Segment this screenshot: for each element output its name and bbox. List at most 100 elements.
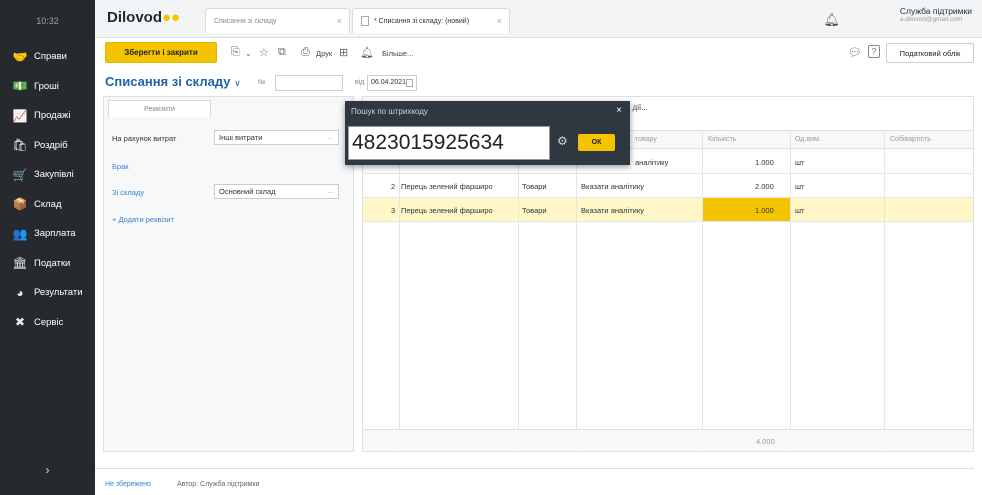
more-icon[interactable]: ... [328, 132, 334, 141]
number-label: № [258, 79, 266, 86]
chevron-right-icon[interactable]: › [0, 463, 95, 477]
more-button[interactable]: Більше... [382, 49, 413, 58]
expense-account-field[interactable]: Інші витрати... [214, 130, 339, 145]
quantity-cell-active[interactable] [702, 198, 790, 221]
quantity-cell[interactable]: 1.000 [755, 206, 774, 215]
logo[interactable]: Dilovod●● [107, 9, 180, 26]
author-label: Автор: Служба підтримки [177, 481, 260, 488]
sidebar-item-label: Гроші [34, 80, 59, 92]
sidebar-item-3[interactable]: 🛍 Роздріб [0, 131, 95, 161]
favorite-doc-icon[interactable]: ☆ [259, 46, 269, 59]
unit-cell[interactable]: шт [795, 158, 804, 167]
topbar: Dilovod●● Списання зі складу × * Списанн… [95, 0, 982, 38]
col-quantity[interactable]: Кількість [708, 136, 736, 143]
close-icon[interactable]: × [616, 105, 622, 116]
close-icon[interactable]: × [337, 16, 342, 26]
sidebar-item-1[interactable]: 💵 Гроші [0, 72, 95, 102]
total-quantity: 4.000 [756, 437, 775, 446]
bell-icon[interactable]: 🔔︎ [360, 46, 374, 59]
item-type-cell[interactable]: Товари [522, 206, 547, 215]
quantity-cell[interactable]: 2.000 [755, 182, 774, 191]
sidebar-item-label: Податки [34, 257, 71, 269]
chevron-down-icon[interactable]: ⌄ [245, 49, 252, 58]
table-row-selected[interactable]: 3 Перець зелений фарширо Товари Вказати … [363, 198, 973, 222]
tab-writeoff-list[interactable]: Списання зі складу × [205, 8, 350, 33]
gear-icon[interactable]: ⚙ [557, 134, 568, 148]
column-divider [576, 130, 577, 453]
sidebar-item-label: Роздріб [34, 139, 68, 151]
item-name-cell[interactable]: Перець зелений фарширо [401, 182, 493, 191]
sidebar-item-7[interactable]: 🏛 Податки [0, 249, 95, 279]
save-and-close-button[interactable]: Зберегти і закрити [105, 42, 217, 63]
sidebar-item-6[interactable]: 👥 Зарплата [0, 219, 95, 249]
tab-label: Списання зі складу [214, 17, 277, 25]
table-footer: 4.000 [363, 429, 973, 451]
sidebar-item-label: Результати [34, 287, 83, 299]
sidebar-item-label: Склад [34, 198, 62, 210]
from-warehouse-label[interactable]: Зі складу [112, 188, 144, 197]
sidebar: 10:32 🤝 Справи 💵 Гроші 📈 Продажі 🛍 Роздріб 🛒 Заку… [0, 0, 95, 495]
sidebar-item-4[interactable]: 🛒 Закупівлі [0, 160, 95, 190]
help-icon[interactable]: ? [868, 45, 880, 58]
col-unit[interactable]: Од.вим. [795, 136, 821, 143]
col-cost[interactable]: Собівартість [890, 136, 931, 143]
details-panel: Реквізити На рахунок витрат Інші витрати… [103, 96, 354, 452]
col-item[interactable]: товару [635, 136, 657, 143]
chevron-down-icon: ∨ [234, 78, 241, 88]
calendar-icon[interactable] [406, 79, 413, 87]
number-input[interactable] [275, 75, 343, 91]
print-label[interactable]: Друк [316, 49, 332, 58]
comment-icon[interactable]: 💬︎ [848, 46, 862, 59]
barcode-search-dialog: Пошук по штрихкоду × 4823015925634 ⚙ ОК [345, 101, 630, 165]
people-icon: 👥 [12, 226, 28, 241]
unit-cell[interactable]: шт [795, 182, 804, 191]
column-divider [399, 130, 400, 453]
footer: Не збережено Автор: Служба підтримки [95, 468, 974, 495]
expense-account-label: На рахунок витрат [112, 134, 177, 143]
date-input[interactable]: 06.04.2021 [367, 75, 417, 91]
sidebar-item-0[interactable]: 🤝 Справи [0, 42, 95, 72]
sidebar-item-9[interactable]: ✖ Сервіс [0, 308, 95, 338]
bell-icon[interactable]: 🔔︎ [823, 12, 840, 28]
actions-button[interactable]: дії... [633, 103, 648, 112]
analytics-link[interactable]: Вказати аналітику [581, 182, 644, 191]
sidebar-item-8[interactable]: ◕ Результати [0, 278, 95, 308]
barcode-input[interactable]: 4823015925634 [348, 126, 550, 160]
copy-doc-icon[interactable]: ⧉ [278, 46, 286, 59]
pie-icon: ◕ [16, 285, 24, 300]
user-info[interactable]: Служба підтримки a.dilovod@gmail.com [900, 6, 972, 23]
structure-icon[interactable]: ⊞ [339, 46, 348, 59]
more-icon[interactable]: ... [328, 186, 334, 195]
quantity-cell[interactable]: 1.000 [755, 158, 774, 167]
defect-link[interactable]: Брак [112, 162, 129, 171]
analytics-link[interactable]: аналітику [635, 158, 668, 167]
add-doc-icon[interactable]: ⎘ [231, 46, 240, 59]
date-value: 06.04.2021 [371, 79, 407, 86]
clock: 10:32 [36, 16, 59, 26]
ok-button[interactable]: ОК [578, 134, 615, 151]
item-type-cell[interactable]: Товари [522, 182, 547, 191]
add-attribute-link[interactable]: + Додати реквізит [112, 215, 174, 224]
document-header: Списання зі складу ∨ № від 06.04.2021 [95, 70, 982, 96]
table-row[interactable]: 2 Перець зелений фарширо Товари Вказати … [363, 174, 973, 198]
tab-details[interactable]: Реквізити [108, 100, 211, 117]
field-value: Інші витрати [219, 133, 263, 142]
save-status: Не збережено [105, 481, 151, 488]
field-value: Основний склад [219, 187, 276, 196]
page-title[interactable]: Списання зі складу ∨ [105, 74, 241, 89]
sidebar-item-2[interactable]: 📈 Продажі [0, 101, 95, 131]
row-number: 3 [391, 206, 396, 215]
tab-writeoff-new[interactable]: * Списання зі складу: (новий) × [352, 8, 510, 33]
sidebar-item-label: Справи [34, 51, 67, 63]
close-icon[interactable]: × [497, 16, 502, 26]
analytics-link[interactable]: Вказати аналітику [581, 206, 644, 215]
tax-accounting-button[interactable]: Податковий облік [886, 43, 974, 63]
warehouse-field[interactable]: Основний склад... [214, 184, 339, 199]
sidebar-item-5[interactable]: 📦 Склад [0, 190, 95, 220]
sidebar-item-label: Продажі [34, 110, 71, 122]
money-icon: 💵 [12, 79, 28, 94]
tab-label: * Списання зі складу: (новий) [374, 17, 470, 25]
item-name-cell[interactable]: Перець зелений фарширо [401, 206, 493, 215]
printer-icon[interactable]: ⎙ [301, 46, 310, 59]
unit-cell[interactable]: шт [795, 206, 804, 215]
